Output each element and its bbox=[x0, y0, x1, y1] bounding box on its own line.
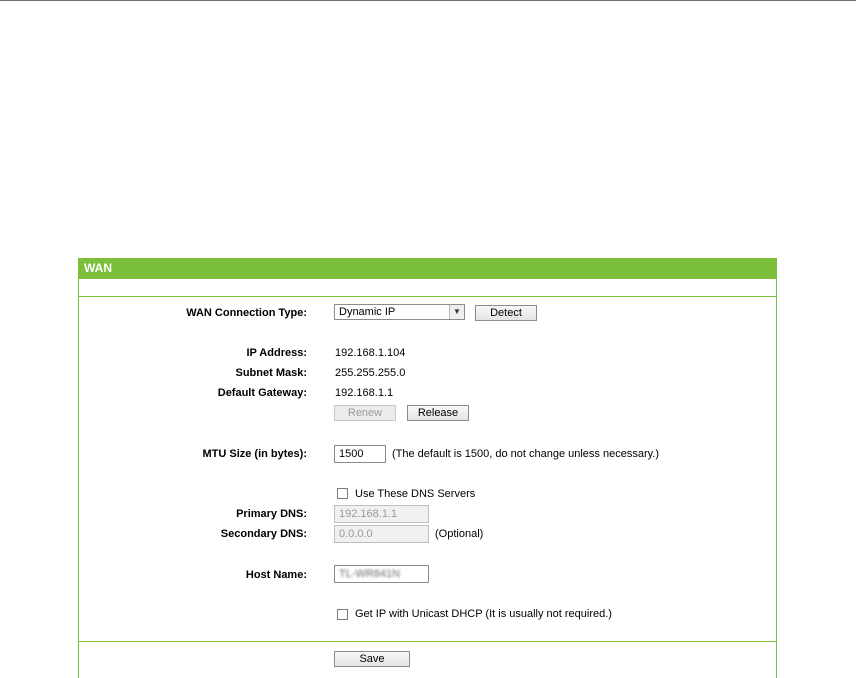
connection-type-select[interactable]: Dynamic IP ▼ bbox=[334, 304, 465, 320]
header-divider bbox=[79, 278, 776, 279]
subnet-mask-label: Subnet Mask: bbox=[235, 367, 307, 379]
save-button[interactable]: Save bbox=[334, 651, 410, 667]
secondary-dns-label: Secondary DNS: bbox=[220, 528, 307, 540]
detect-button[interactable]: Detect bbox=[475, 305, 537, 321]
ip-address-label: IP Address: bbox=[246, 347, 307, 359]
mtu-input[interactable]: 1500 bbox=[334, 445, 386, 463]
renew-button[interactable]: Renew bbox=[334, 405, 396, 421]
use-dns-checkbox[interactable] bbox=[337, 488, 348, 499]
panel-title: WAN bbox=[79, 258, 776, 278]
secondary-dns-input[interactable]: 0.0.0.0 bbox=[334, 525, 429, 543]
mtu-label: MTU Size (in bytes): bbox=[202, 448, 307, 460]
mtu-note: (The default is 1500, do not change unle… bbox=[392, 448, 660, 460]
secondary-dns-note: (Optional) bbox=[435, 528, 484, 540]
unicast-dhcp-checkbox[interactable] bbox=[337, 609, 348, 620]
ip-address-value: 192.168.1.104 bbox=[335, 347, 406, 359]
default-gateway-label: Default Gateway: bbox=[217, 387, 307, 399]
unicast-dhcp-label: Get IP with Unicast DHCP (It is usually … bbox=[355, 608, 612, 620]
release-button[interactable]: Release bbox=[407, 405, 469, 421]
top-divider bbox=[0, 0, 856, 1]
host-name-input[interactable]: TL-WR841N bbox=[334, 565, 429, 583]
host-name-value: TL-WR841N bbox=[339, 568, 401, 580]
host-name-label: Host Name: bbox=[245, 569, 307, 581]
wan-settings-panel: WAN WAN Connection Type: Dynamic IP ▼ De… bbox=[78, 258, 777, 678]
connection-type-label: WAN Connection Type: bbox=[186, 307, 307, 319]
footer-divider bbox=[79, 641, 776, 642]
primary-dns-label: Primary DNS: bbox=[236, 508, 307, 520]
chevron-down-icon[interactable]: ▼ bbox=[449, 305, 464, 319]
primary-dns-input[interactable]: 192.168.1.1 bbox=[334, 505, 429, 523]
connection-type-value: Dynamic IP bbox=[339, 306, 396, 318]
default-gateway-value: 192.168.1.1 bbox=[335, 387, 394, 399]
section-divider bbox=[79, 296, 776, 297]
subnet-mask-value: 255.255.255.0 bbox=[335, 367, 406, 379]
use-dns-label: Use These DNS Servers bbox=[355, 488, 476, 500]
